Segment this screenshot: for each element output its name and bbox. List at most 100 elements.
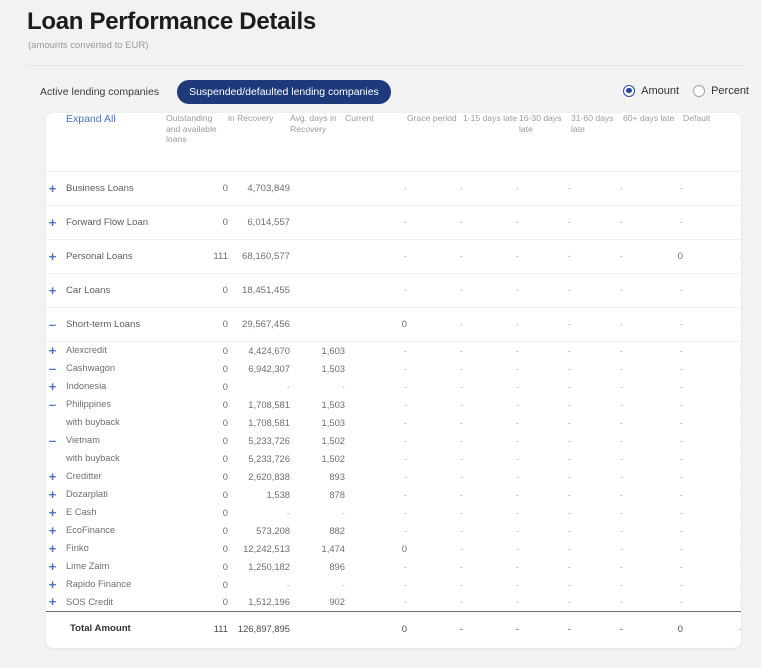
- cell-avg-days-in-recovery: [290, 307, 345, 341]
- table-row[interactable]: +Alexcredit04,424,6701,603-------: [46, 341, 741, 359]
- cell-current: -: [403, 596, 407, 608]
- table-row[interactable]: +Lime Zaim01,250,182896-------: [46, 557, 741, 575]
- radio-percent-icon[interactable]: [693, 85, 706, 97]
- cell-16-30-days-late: -: [567, 560, 571, 572]
- collapse-icon[interactable]: –: [46, 434, 59, 447]
- cell-avg-days-in-recovery: [290, 171, 345, 205]
- cell-outstanding-and-available-loans: 0: [222, 470, 228, 482]
- cell-31-60-days-late: -: [619, 398, 623, 410]
- table-row[interactable]: +Forward Flow Loan06,014,557-------: [46, 205, 741, 239]
- table-row[interactable]: +Business Loans04,703,849-------: [46, 171, 741, 205]
- col-1-15-days-late: 1-15 days late: [463, 113, 517, 123]
- cell-avg-days-in-recovery: 1,474: [321, 542, 345, 554]
- cell-16-30-days-late: -: [567, 318, 571, 330]
- table-row[interactable]: +Personal Loans11168,160,577-----0-: [46, 239, 741, 273]
- table-row[interactable]: +Indonesia0---------: [46, 377, 741, 395]
- cell-16-30-days-late: -: [567, 362, 571, 374]
- table-row[interactable]: +E Cash0---------: [46, 503, 741, 521]
- cell-31-60-days-late: -: [619, 284, 623, 296]
- cell-avg-days-in-recovery: -: [341, 380, 345, 392]
- expand-all-button[interactable]: Expand All: [46, 113, 166, 171]
- col-default: Default: [683, 113, 711, 123]
- table-row[interactable]: +Creditter02,620,838893-------: [46, 467, 741, 485]
- cell-in-recovery: 1,708,581: [248, 398, 290, 410]
- expand-icon[interactable]: +: [46, 488, 59, 501]
- expand-icon[interactable]: +: [46, 182, 59, 195]
- cell-default: -: [683, 449, 741, 467]
- total-cell-in-recovery: 126,897,895: [237, 622, 290, 634]
- expand-icon[interactable]: +: [46, 506, 59, 519]
- collapse-icon[interactable]: –: [46, 398, 59, 411]
- table-row[interactable]: –Short-term Loans029,567,4560------: [46, 307, 741, 341]
- cell-default: -: [683, 575, 741, 593]
- expand-icon[interactable]: +: [46, 250, 59, 263]
- cell-31-60-days-late: -: [619, 182, 623, 194]
- table-row[interactable]: –Cashwagon06,942,3071,503-------: [46, 359, 741, 377]
- cell-in-recovery: 1,250,182: [248, 560, 290, 572]
- cell-16-30-days-late: -: [567, 506, 571, 518]
- row-label-cell: + Finko: [46, 539, 166, 557]
- cell-default: -: [683, 239, 741, 273]
- cell-16-30-days-late: -: [567, 542, 571, 554]
- radio-percent[interactable]: Percent: [693, 85, 749, 97]
- cell-grace-period: -: [459, 416, 463, 428]
- expand-icon[interactable]: +: [46, 380, 59, 393]
- table-row[interactable]: +Finko012,242,5131,4740------: [46, 539, 741, 557]
- tab-active-lending-companies[interactable]: Active lending companies: [28, 80, 171, 104]
- collapse-icon[interactable]: –: [46, 362, 59, 375]
- total-cell-1-15-days-late: -: [515, 622, 519, 634]
- cell-in-recovery: 5,233,726: [248, 452, 290, 464]
- cell-31-60-days-late: -: [619, 344, 623, 356]
- page-subtitle: (amounts converted to EUR): [28, 40, 149, 51]
- cell-31-60-days-late: -: [619, 596, 623, 608]
- expand-icon[interactable]: +: [46, 542, 59, 555]
- cell-31-60-days-late: -: [619, 434, 623, 446]
- table-head: Expand All Outstanding and available loa…: [46, 113, 741, 171]
- expand-icon[interactable]: +: [46, 344, 59, 357]
- cell-avg-days-in-recovery: 1,503: [321, 416, 345, 428]
- table-row[interactable]: +SOS Credit01,512,196902-------: [46, 593, 741, 611]
- cell-60-days-late: -: [679, 506, 683, 518]
- table-row[interactable]: –Vietnam05,233,7261,502-------: [46, 431, 741, 449]
- radio-amount-icon[interactable]: [623, 85, 636, 97]
- table-row[interactable]: +EcoFinance0573,208882-------: [46, 521, 741, 539]
- row-label: SOS Credit: [66, 596, 114, 607]
- tab-suspended-defaulted-lending-companies[interactable]: Suspended/defaulted lending companies: [177, 80, 391, 104]
- expand-icon[interactable]: +: [46, 284, 59, 297]
- col-in-recovery: in Recovery: [228, 113, 274, 123]
- cell-default: -: [683, 205, 741, 239]
- expand-icon[interactable]: +: [46, 560, 59, 573]
- row-label-cell: + Rapido Finance: [46, 575, 166, 593]
- total-cell-16-30-days-late: -: [567, 622, 571, 634]
- table-row[interactable]: +Car Loans018,451,455-------: [46, 273, 741, 307]
- radio-amount[interactable]: Amount: [623, 85, 679, 97]
- table-row[interactable]: +Rapido Finance0---------: [46, 575, 741, 593]
- cell-31-60-days-late: -: [619, 542, 623, 554]
- cell-default: -: [683, 413, 741, 431]
- table-row[interactable]: with buyback01,708,5811,503-------: [46, 413, 741, 431]
- cell-grace-period: -: [459, 452, 463, 464]
- cell-current: -: [403, 250, 407, 262]
- table-row[interactable]: with buyback05,233,7261,502-------: [46, 449, 741, 467]
- row-label-cell: – Philippines: [46, 395, 166, 413]
- cell-avg-days-in-recovery: 1,503: [321, 362, 345, 374]
- expand-icon[interactable]: +: [46, 470, 59, 483]
- cell-grace-period: -: [459, 284, 463, 296]
- table-row[interactable]: –Philippines01,708,5811,503-------: [46, 395, 741, 413]
- row-label-cell: with buyback: [46, 449, 166, 467]
- collapse-icon[interactable]: –: [46, 318, 59, 331]
- cell-current: -: [403, 560, 407, 572]
- cell-default: -: [683, 273, 741, 307]
- table-horizontal-scroll[interactable]: Expand All Outstanding and available loa…: [46, 113, 741, 648]
- expand-icon[interactable]: +: [46, 595, 59, 608]
- cell-1-15-days-late: -: [515, 380, 519, 392]
- cell-outstanding-and-available-loans: 0: [222, 362, 228, 374]
- table-row[interactable]: +Dozarplati01,538878-------: [46, 485, 741, 503]
- cell-1-15-days-late: -: [515, 182, 519, 194]
- row-label: Creditter: [66, 471, 102, 481]
- cell-in-recovery: 4,424,670: [248, 344, 290, 356]
- cell-60-days-late: -: [679, 578, 683, 590]
- expand-icon[interactable]: +: [46, 524, 59, 537]
- expand-icon[interactable]: +: [46, 578, 59, 591]
- expand-icon[interactable]: +: [46, 216, 59, 229]
